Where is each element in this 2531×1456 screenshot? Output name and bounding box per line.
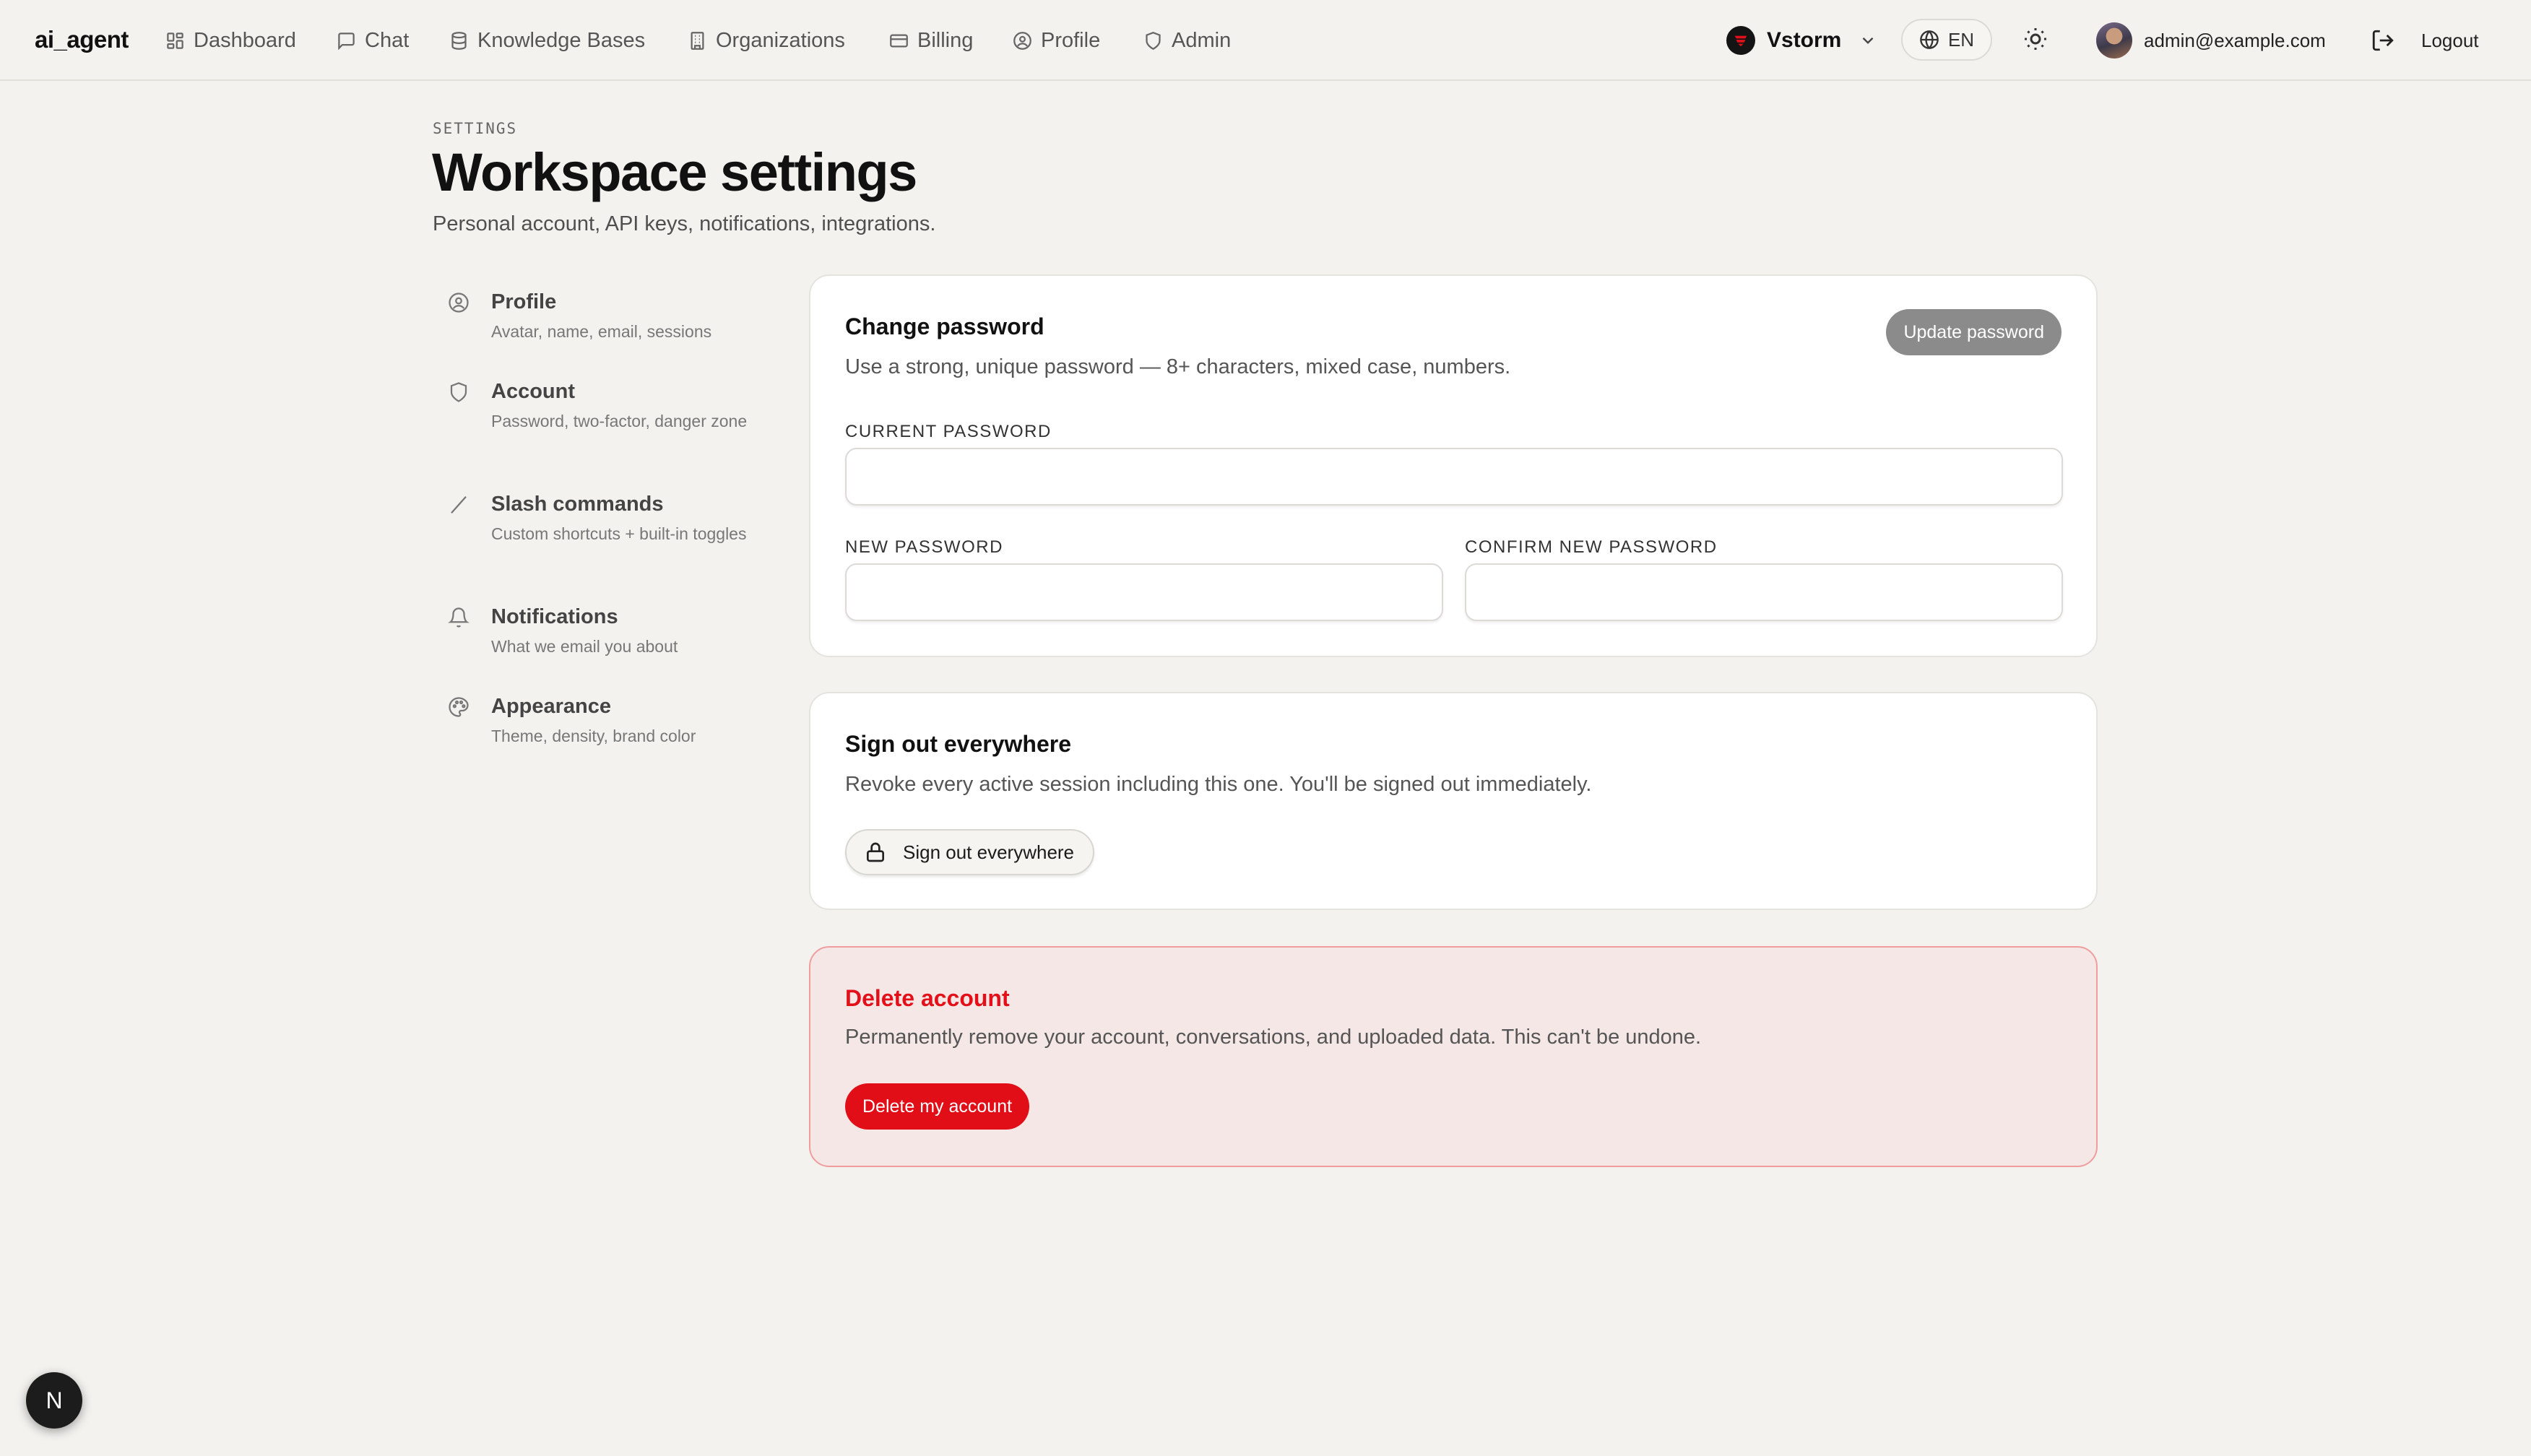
page-subtitle: Personal account, API keys, notification… xyxy=(433,212,936,235)
page-eyebrow: SETTINGS xyxy=(433,120,518,137)
sun-icon[interactable] xyxy=(2022,26,2048,52)
bell-icon xyxy=(448,607,470,628)
nav-dashboard[interactable]: Dashboard xyxy=(165,0,296,81)
nav-organizations-label: Organizations xyxy=(716,28,845,52)
card-title: Sign out everywhere xyxy=(845,731,1071,757)
chevron-down-icon xyxy=(1859,31,1877,50)
database-icon xyxy=(449,31,469,51)
slash-icon xyxy=(448,494,470,516)
page-title: Workspace settings xyxy=(432,142,917,202)
user-email: admin@example.com xyxy=(2144,29,2326,51)
workspace-switcher[interactable]: Vstorm xyxy=(1726,23,1877,58)
sidebar-item-account[interactable]: Account Password, two-factor, danger zon… xyxy=(448,380,751,459)
current-password-label: CURRENT PASSWORD xyxy=(845,422,1052,441)
sidebar-item-label: Slash commands xyxy=(491,493,664,516)
credit-card-icon xyxy=(889,31,909,51)
logout-label: Logout xyxy=(2421,29,2479,51)
sidebar-item-desc: Theme, density, brand color xyxy=(491,727,696,745)
confirm-password-field[interactable] xyxy=(1465,563,2063,621)
brand-logo[interactable]: ai_agent xyxy=(35,26,129,53)
dev-badge-letter: N xyxy=(46,1387,63,1413)
card-description: Use a strong, unique password — 8+ chara… xyxy=(845,355,1511,378)
top-navbar: ai_agent Dashboard Chat Knowledge Bases … xyxy=(0,0,2531,81)
palette-icon xyxy=(448,696,470,718)
sidebar-item-label: Profile xyxy=(491,290,557,313)
logout-icon xyxy=(2371,28,2395,53)
nav-billing[interactable]: Billing xyxy=(889,0,973,81)
sidebar-item-label: Appearance xyxy=(491,695,612,718)
sidebar-item-notifications[interactable]: Notifications What we email you about xyxy=(448,605,751,663)
sidebar-item-desc: Custom shortcuts + built-in toggles xyxy=(491,524,747,543)
sidebar-item-profile[interactable]: Profile Avatar, name, email, sessions xyxy=(448,290,751,348)
sidebar-item-desc: What we email you about xyxy=(491,637,678,656)
avatar xyxy=(2096,22,2132,58)
nav-chat[interactable]: Chat xyxy=(337,0,409,81)
delete-account-card: Delete account Permanently remove your a… xyxy=(809,946,2098,1167)
building-icon xyxy=(688,31,707,51)
language-switcher[interactable]: EN xyxy=(1901,19,1992,61)
nav-knowledge-bases[interactable]: Knowledge Bases xyxy=(449,0,645,81)
confirm-password-label: CONFIRM NEW PASSWORD xyxy=(1465,537,1718,557)
dev-tools-badge[interactable]: N xyxy=(26,1372,82,1429)
nav-organizations[interactable]: Organizations xyxy=(688,0,845,81)
workspace-logo-icon xyxy=(1726,26,1755,55)
lock-icon xyxy=(864,841,887,864)
update-password-button[interactable]: Update password xyxy=(1886,309,2061,355)
card-description: Permanently remove your account, convers… xyxy=(845,1026,1702,1049)
nav-chat-label: Chat xyxy=(365,28,410,52)
card-title: Delete account xyxy=(845,985,1010,1011)
shield-icon xyxy=(1143,31,1163,51)
globe-icon xyxy=(1919,30,1939,50)
current-password-field[interactable] xyxy=(845,448,2063,506)
user-circle-icon xyxy=(1013,31,1032,51)
sidebar-item-slash-commands[interactable]: Slash commands Custom shortcuts + built-… xyxy=(448,493,751,572)
chat-icon xyxy=(337,31,356,51)
card-description: Revoke every active session including th… xyxy=(845,773,1592,796)
delete-account-button[interactable]: Delete my account xyxy=(845,1083,1030,1130)
new-password-label: NEW PASSWORD xyxy=(845,537,1003,557)
change-password-card: Change password Use a strong, unique pas… xyxy=(809,274,2098,657)
new-password-field[interactable] xyxy=(845,563,1443,621)
sign-out-everywhere-label: Sign out everywhere xyxy=(903,841,1075,863)
user-menu[interactable]: admin@example.com xyxy=(2096,22,2326,59)
language-label: EN xyxy=(1947,28,1975,51)
nav-billing-label: Billing xyxy=(917,28,974,52)
card-title: Change password xyxy=(845,313,1044,339)
workspace-name: Vstorm xyxy=(1767,28,1842,52)
sidebar-item-appearance[interactable]: Appearance Theme, density, brand color xyxy=(448,695,751,753)
logout-button[interactable]: Logout xyxy=(2371,26,2479,55)
nav-admin-label: Admin xyxy=(1172,28,1232,52)
sidebar-item-label: Account xyxy=(491,380,575,403)
dashboard-icon xyxy=(165,31,185,51)
sidebar-item-desc: Password, two-factor, danger zone xyxy=(491,412,748,430)
nav-dashboard-label: Dashboard xyxy=(194,28,296,52)
sign-out-everywhere-card: Sign out everywhere Revoke every active … xyxy=(809,692,2098,910)
nav-admin[interactable]: Admin xyxy=(1143,0,1231,81)
sign-out-everywhere-button[interactable]: Sign out everywhere xyxy=(845,829,1095,875)
sidebar-item-label: Notifications xyxy=(491,605,618,628)
nav-profile-label: Profile xyxy=(1041,28,1101,52)
user-circle-icon xyxy=(448,292,470,313)
sidebar-item-desc: Avatar, name, email, sessions xyxy=(491,322,712,341)
nav-knowledge-bases-label: Knowledge Bases xyxy=(477,28,646,52)
shield-icon xyxy=(448,381,470,403)
nav-profile[interactable]: Profile xyxy=(1013,0,1100,81)
